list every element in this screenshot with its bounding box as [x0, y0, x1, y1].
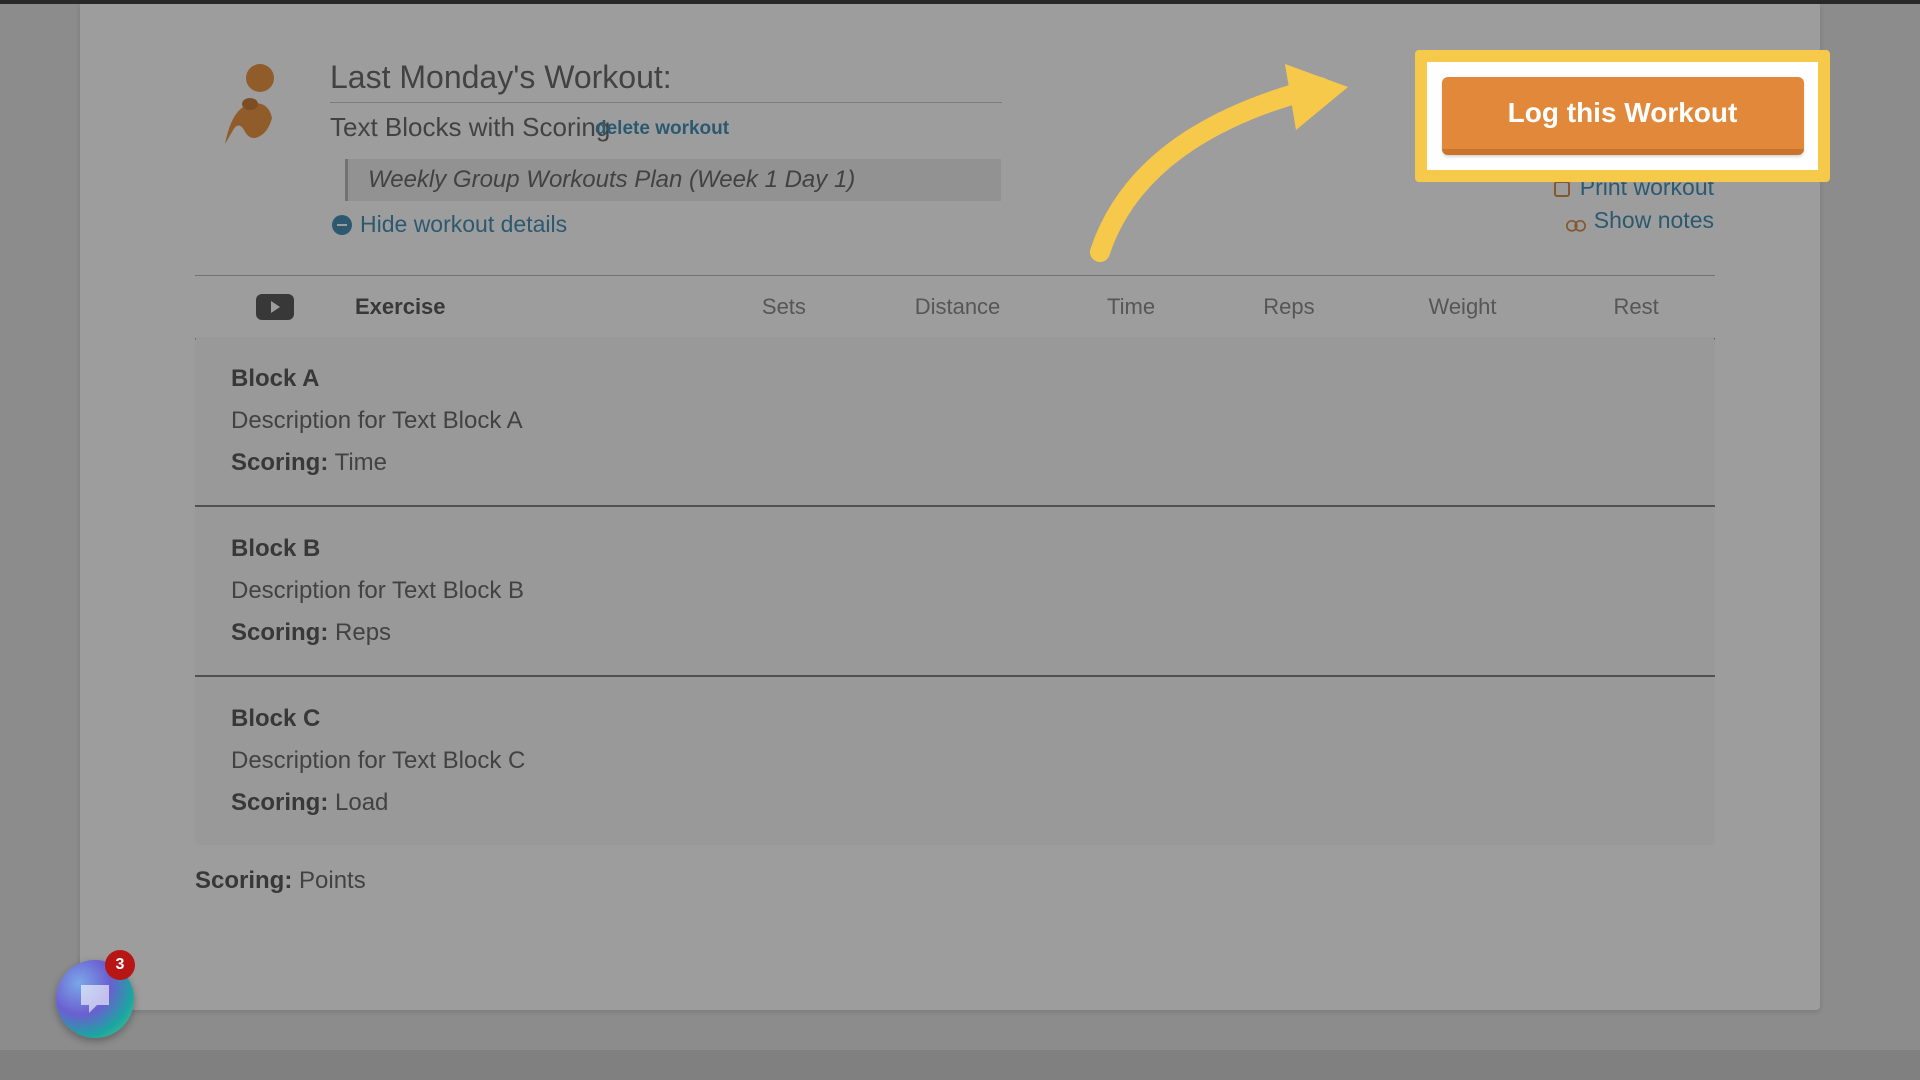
block-description: Description for Text Block C: [231, 747, 1679, 775]
avatar-icon: [210, 60, 290, 155]
youtube-icon: [256, 294, 294, 320]
block-a: Block A Description for Text Block A Sco…: [195, 337, 1715, 507]
plan-text: Weekly Group Workouts Plan (Week 1 Day 1…: [368, 166, 855, 194]
col-distance: Distance: [863, 294, 1052, 320]
scoring-value: Load: [335, 789, 388, 816]
page-title: Last Monday's Workout:: [330, 59, 672, 96]
blocks-wrap: Block A Description for Text Block A Sco…: [195, 337, 1715, 845]
scoring-label: Scoring:: [231, 619, 328, 646]
table-header: Exercise Sets Distance Time Reps Weight …: [195, 275, 1715, 340]
show-notes-link[interactable]: Show notes: [1566, 207, 1714, 234]
col-weight: Weight: [1368, 294, 1557, 320]
block-scoring: Scoring: Reps: [231, 619, 1679, 647]
notes-label: Show notes: [1594, 207, 1714, 234]
col-time: Time: [1052, 294, 1210, 320]
scoring-label: Scoring:: [231, 789, 328, 816]
block-title: Block C: [231, 705, 1679, 733]
chat-unread-badge: 3: [105, 950, 135, 980]
col-exercise: Exercise: [355, 294, 705, 320]
overall-scoring: Scoring: Points: [195, 845, 1715, 895]
chat-icon: [75, 979, 115, 1019]
block-scoring: Scoring: Load: [231, 789, 1679, 817]
overall-scoring-value: Points: [299, 867, 366, 894]
workout-name: Text Blocks with Scoring: [330, 112, 610, 143]
scoring-label: Scoring:: [231, 449, 328, 476]
block-title: Block A: [231, 365, 1679, 393]
log-workout-button[interactable]: Log this Workout: [1442, 77, 1804, 155]
plan-label: Weekly Group Workouts Plan (Week 1 Day 1…: [345, 159, 1001, 201]
block-scoring: Scoring: Time: [231, 449, 1679, 477]
notes-toggle-icon: [1566, 211, 1586, 231]
delete-workout-link[interactable]: delete workout: [595, 118, 729, 140]
title-underline: [330, 102, 1002, 103]
collapse-icon: [332, 215, 352, 235]
video-column-header: [195, 294, 355, 320]
hide-details-label: Hide workout details: [360, 211, 567, 238]
overall-scoring-label: Scoring:: [195, 867, 292, 894]
col-reps: Reps: [1210, 294, 1368, 320]
blocks-container: Block A Description for Text Block A Sco…: [195, 337, 1715, 895]
highlight-frame: Log this Workout: [1415, 50, 1830, 182]
block-description: Description for Text Block A: [231, 407, 1679, 435]
hide-details-link[interactable]: Hide workout details: [332, 211, 567, 238]
scoring-value: Reps: [335, 619, 391, 646]
col-rest: Rest: [1557, 294, 1715, 320]
block-description: Description for Text Block B: [231, 577, 1679, 605]
col-sets: Sets: [705, 294, 863, 320]
scoring-value: Time: [335, 449, 387, 476]
block-b: Block B Description for Text Block B Sco…: [195, 507, 1715, 677]
block-title: Block B: [231, 535, 1679, 563]
block-c: Block C Description for Text Block C Sco…: [195, 677, 1715, 845]
